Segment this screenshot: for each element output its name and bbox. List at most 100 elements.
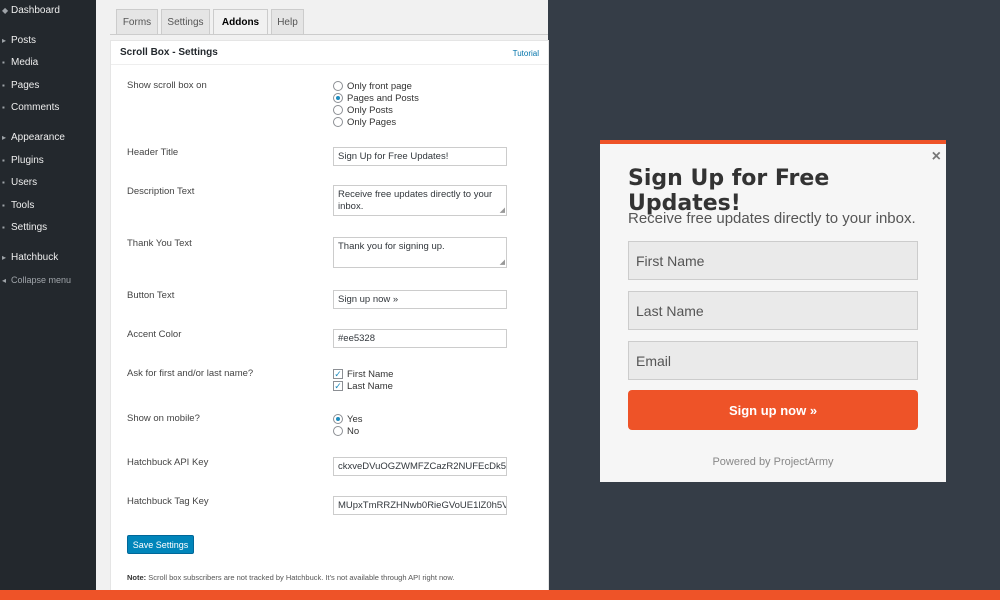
radio-only-posts[interactable]: Only Posts bbox=[333, 104, 393, 116]
page-icon: ▪ bbox=[2, 80, 5, 90]
dashboard-icon: ◆ bbox=[2, 5, 9, 15]
sidebar-item-label: Pages bbox=[11, 79, 40, 91]
sidebar-item-hatchbuck[interactable]: ▸ Hatchbuck bbox=[0, 247, 96, 267]
tag-key-label: Hatchbuck Tag Key bbox=[127, 496, 209, 507]
settings-box-title: Scroll Box - Settings bbox=[120, 47, 218, 58]
sidebar-item-tools[interactable]: ▪ Tools bbox=[0, 195, 96, 215]
sidebar-item-users[interactable]: ▪ Users bbox=[0, 172, 96, 192]
admin-sidebar: ◆ Dashboard ▸ Posts ▪ Media ▪ Pages ▪ Comment… bbox=[0, 0, 96, 590]
tag-key-input[interactable]: MUpxTmRRZHNwb0RieGVoUE1lZ0h5VjI bbox=[333, 496, 507, 515]
collapse-icon: ◂ bbox=[2, 275, 7, 285]
radio-label: Only front page bbox=[347, 80, 412, 92]
sign-up-button[interactable]: Sign up now » bbox=[628, 390, 918, 430]
checkbox-label: First Name bbox=[347, 368, 394, 380]
comment-icon: ▪ bbox=[2, 102, 5, 112]
description-line-1: Receive free updates directly to your bbox=[338, 189, 493, 200]
scroll-box-popup: × Sign Up for Free Updates! Receive free… bbox=[600, 140, 946, 482]
names-label: Ask for first and/or last name? bbox=[127, 368, 254, 379]
thank-you-label: Thank You Text bbox=[127, 238, 192, 249]
plugin-icon: ▪ bbox=[2, 155, 5, 165]
tab-addons[interactable]: Addons bbox=[213, 9, 268, 35]
sidebar-item-label: Hatchbuck bbox=[11, 251, 59, 263]
radio-icon[interactable] bbox=[333, 426, 343, 436]
last-name-field[interactable]: Last Name bbox=[628, 291, 918, 330]
header-title-label: Header Title bbox=[127, 147, 179, 158]
user-icon: ▪ bbox=[2, 177, 5, 187]
checkbox-first-name[interactable]: ✓ First Name bbox=[333, 368, 393, 380]
sidebar-item-comments[interactable]: ▪ Comments bbox=[0, 97, 96, 117]
sidebar-item-label: Collapse menu bbox=[11, 275, 72, 285]
sidebar-item-label: Media bbox=[11, 56, 39, 68]
checkbox-label: Last Name bbox=[347, 380, 393, 392]
description-line-2: inbox. bbox=[338, 201, 364, 212]
sidebar-item-plugins[interactable]: ▪ Plugins bbox=[0, 150, 96, 170]
tab-help[interactable]: Help bbox=[271, 9, 304, 34]
sidebar-item-pages[interactable]: ▪ Pages bbox=[0, 75, 96, 95]
pin-icon: ▸ bbox=[2, 35, 7, 45]
radio-label: Pages and Posts bbox=[347, 92, 419, 104]
admin-content: Forms Settings Addons Help Scroll Box - … bbox=[96, 0, 549, 600]
accent-bottom-bar bbox=[0, 590, 1000, 600]
note-text: Scroll box subscribers are not tracked b… bbox=[148, 573, 455, 582]
thank-you-value: Thank you for signing up. bbox=[338, 241, 445, 252]
resize-grip-icon[interactable]: ◢ bbox=[500, 259, 505, 266]
tab-divider bbox=[110, 34, 548, 35]
note-prefix: Note: bbox=[127, 573, 147, 582]
tab-forms[interactable]: Forms bbox=[116, 9, 158, 34]
hatchbuck-icon: ▸ bbox=[2, 252, 7, 262]
description-label: Description Text bbox=[127, 186, 195, 197]
button-text-input[interactable]: Sign up now » bbox=[333, 290, 507, 309]
save-settings-button[interactable]: Save Settings bbox=[127, 535, 194, 554]
radio-selected-icon[interactable] bbox=[333, 93, 343, 103]
sidebar-item-appearance[interactable]: ▸ Appearance bbox=[0, 127, 96, 147]
popup-title: Sign Up for Free Updates! bbox=[628, 166, 830, 216]
close-icon[interactable]: × bbox=[932, 149, 941, 165]
mobile-label: Show on mobile? bbox=[127, 413, 200, 424]
brush-icon: ▸ bbox=[2, 132, 7, 142]
accent-color-input[interactable]: #ee5328 bbox=[333, 329, 507, 348]
sidebar-item-settings[interactable]: ▪ Settings bbox=[0, 217, 96, 237]
radio-only-pages[interactable]: Only Pages bbox=[333, 116, 396, 128]
tutorial-link[interactable]: Tutorial bbox=[513, 49, 539, 58]
radio-only-front-page[interactable]: Only front page bbox=[333, 80, 412, 92]
sidebar-item-posts[interactable]: ▸ Posts bbox=[0, 30, 96, 50]
sidebar-item-label: Plugins bbox=[11, 154, 44, 166]
media-icon: ▪ bbox=[2, 57, 5, 67]
thank-you-textarea[interactable]: Thank you for signing up. ◢ bbox=[333, 237, 507, 268]
wrench-icon: ▪ bbox=[2, 200, 5, 210]
radio-mobile-no[interactable]: No bbox=[333, 425, 359, 437]
api-key-input[interactable]: ckxveDVuOGZWMFZCazR2NUFEcDk5dGl bbox=[333, 457, 507, 476]
sidebar-item-label: Comments bbox=[11, 101, 60, 113]
radio-mobile-yes[interactable]: Yes bbox=[333, 413, 363, 425]
checkbox-last-name[interactable]: ✓ Last Name bbox=[333, 380, 393, 392]
radio-icon[interactable] bbox=[333, 105, 343, 115]
settings-box: Scroll Box - Settings Tutorial Show scro… bbox=[110, 40, 549, 600]
sidebar-item-label: Users bbox=[11, 176, 38, 188]
sidebar-item-label: Dashboard bbox=[11, 4, 60, 16]
sidebar-item-label: Posts bbox=[11, 34, 37, 46]
sidebar-item-label: Tools bbox=[11, 199, 35, 211]
radio-icon[interactable] bbox=[333, 117, 343, 127]
accent-color-label: Accent Color bbox=[127, 329, 182, 340]
radio-icon[interactable] bbox=[333, 81, 343, 91]
sidebar-item-media[interactable]: ▪ Media bbox=[0, 52, 96, 72]
sidebar-item-dashboard[interactable]: ◆ Dashboard bbox=[0, 0, 96, 20]
resize-grip-icon[interactable]: ◢ bbox=[500, 207, 505, 214]
radio-label: Yes bbox=[347, 413, 363, 425]
email-field[interactable]: Email bbox=[628, 341, 918, 380]
powered-by-text: Powered by ProjectArmy bbox=[712, 456, 834, 468]
checkmark-icon[interactable]: ✓ bbox=[333, 381, 343, 391]
radio-pages-and-posts[interactable]: Pages and Posts bbox=[333, 92, 419, 104]
checkmark-icon[interactable]: ✓ bbox=[333, 369, 343, 379]
settings-icon: ▪ bbox=[2, 222, 5, 232]
sidebar-item-label: Appearance bbox=[11, 131, 65, 143]
tab-settings[interactable]: Settings bbox=[161, 9, 210, 34]
settings-box-header: Scroll Box - Settings Tutorial bbox=[111, 41, 548, 65]
sidebar-item-label: Settings bbox=[11, 221, 48, 233]
collapse-menu-button[interactable]: ◂ Collapse menu bbox=[0, 270, 96, 290]
first-name-field[interactable]: First Name bbox=[628, 241, 918, 280]
radio-label: Only Pages bbox=[347, 116, 397, 128]
radio-selected-icon[interactable] bbox=[333, 414, 343, 424]
description-textarea[interactable]: Receive free updates directly to your in… bbox=[333, 185, 507, 216]
header-title-input[interactable]: Sign Up for Free Updates! bbox=[333, 147, 507, 166]
